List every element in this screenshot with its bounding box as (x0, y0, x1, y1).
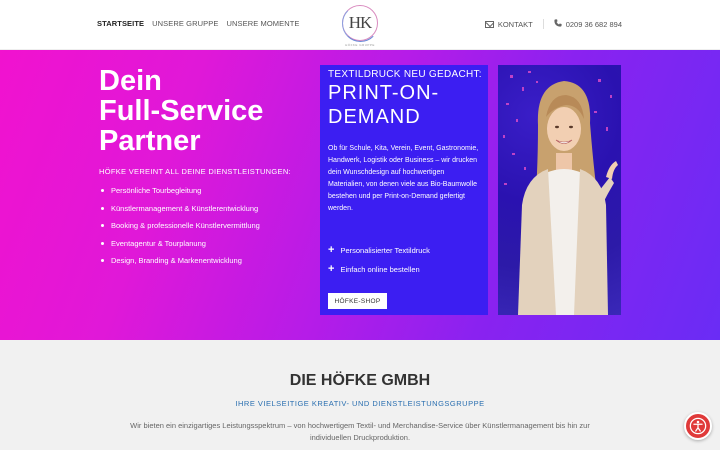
hero-title-line: Partner (99, 125, 201, 157)
service-item: Design, Branding & Markenentwicklung (99, 256, 260, 274)
bullet-icon (101, 189, 104, 192)
nav-unsere-gruppe[interactable]: UNSERE GRUPPE (152, 19, 218, 28)
phone-link[interactable]: 0209 36 682 894 (554, 19, 622, 29)
site-header: STARTSEITE UNSERE GRUPPE UNSERE MOMENTE … (0, 0, 720, 50)
about-title: DIE HÖFKE GMBH (289, 372, 431, 389)
about-section: DIE HÖFKE GMBH IHRE VIELSEITIGE KREATIV-… (0, 340, 720, 450)
nav-startseite[interactable]: STARTSEITE (97, 19, 144, 28)
phone-number: 0209 36 682 894 (565, 19, 622, 29)
accessibility-button[interactable] (684, 412, 712, 440)
logo-monogram: HK (348, 13, 373, 32)
card-title-line: DEMAND (328, 106, 421, 128)
hero-photo (498, 65, 621, 315)
plus-icon: + (328, 244, 335, 256)
main-nav: STARTSEITE UNSERE GRUPPE UNSERE MOMENTE (97, 19, 300, 28)
shop-button[interactable]: HÖFKE-SHOP (328, 293, 387, 309)
feature-item: + Personalisierter Textildruck (328, 244, 430, 256)
contact-link[interactable]: KONTAKT (484, 19, 533, 29)
card-title-line: PRINT-ON- (328, 82, 440, 104)
hero-section: Dein Full-Service Partner HÖFKE VEREINT … (0, 50, 720, 340)
logo-subtext: HÖFKE GRUPPE (345, 43, 375, 47)
hero-subtitle: HÖFKE VEREINT ALL DEINE DIENSTLEISTUNGEN… (99, 167, 291, 176)
feature-item: + Einfach online bestellen (328, 263, 420, 275)
service-item: Persönliche Tourbegleitung (99, 186, 260, 204)
service-item: Künstlermanagement & Künstlerentwicklung (99, 204, 260, 222)
card-kicker: TEXTILDRUCK NEU GEDACHT: (328, 69, 482, 80)
site-logo[interactable]: HK HÖFKE GRUPPE (341, 4, 379, 47)
card-title: PRINT-ON- DEMAND (328, 81, 439, 129)
bullet-icon (101, 206, 104, 210)
hero-title-line: Dein (99, 65, 162, 97)
bullet-icon (101, 259, 104, 262)
contact-label: KONTAKT (497, 19, 533, 29)
service-item: Eventagentur & Tourplanung (99, 239, 260, 257)
hero-title-line: Full-Service (99, 95, 264, 127)
accessibility-icon (689, 417, 707, 435)
plus-icon: + (328, 263, 335, 275)
nav-unsere-momente[interactable]: UNSERE MOMENTE (226, 19, 299, 28)
person-illustration (503, 71, 618, 315)
header-contact: KONTAKT 0209 36 682 894 (484, 19, 622, 29)
print-on-demand-card: TEXTILDRUCK NEU GEDACHT: PRINT-ON- DEMAN… (320, 65, 488, 315)
bullet-icon (101, 224, 104, 227)
mail-icon (484, 20, 494, 28)
bullet-icon (101, 241, 104, 245)
phone-icon (554, 19, 562, 29)
about-text: Wir bieten ein einzigartiges Leistungssp… (130, 421, 590, 442)
services-list: Persönliche Tourbegleitung Künstlermanag… (99, 186, 260, 274)
about-subtitle: IHRE VIELSEITIGE KREATIV- UND DIENSTLEIS… (235, 399, 485, 408)
card-body: Ob für Schule, Kita, Verein, Event, Gast… (328, 145, 479, 213)
hero-title: Dein Full-Service Partner (99, 66, 329, 156)
contact-divider (542, 19, 544, 29)
service-item: Booking & professionelle Künstlervermitt… (99, 221, 260, 239)
